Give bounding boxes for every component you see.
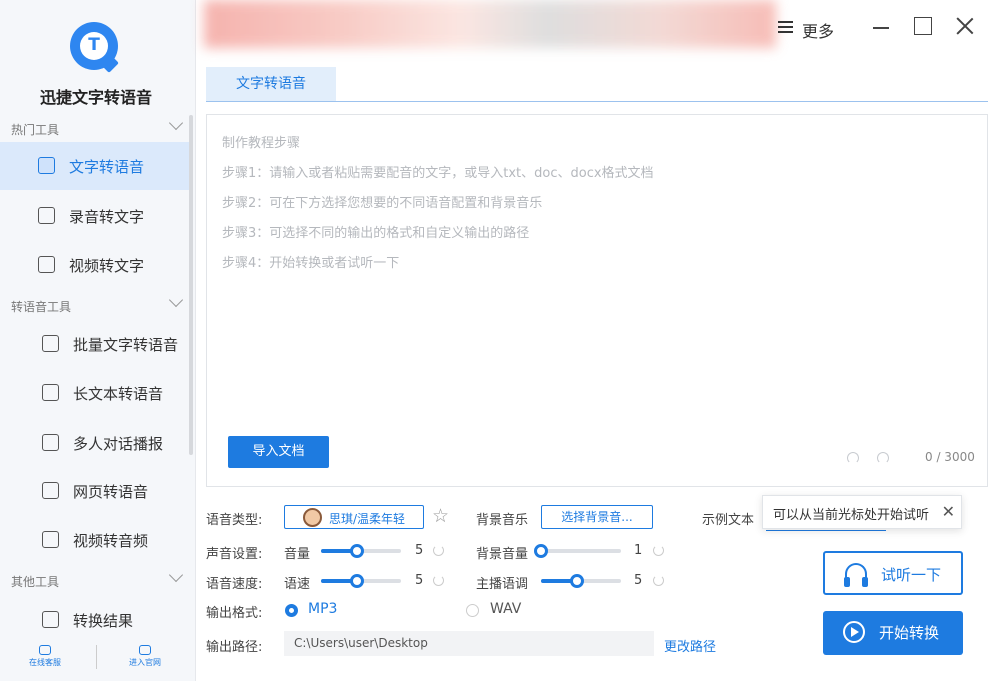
sidebar: T 迅捷文字转语音 热门工具 文字转语音 录音转文字 视频转文字 转语音工具 批… (0, 0, 196, 681)
format-radio-mp3[interactable] (285, 604, 298, 617)
video-to-audio-icon (42, 531, 59, 548)
close-icon[interactable]: ✕ (942, 502, 955, 521)
sidebar-item-multi-person-dialog[interactable]: 多人对话播报 (0, 419, 192, 467)
bg-volume-label: 背景音量 (476, 547, 529, 562)
pitch-slider[interactable] (541, 574, 621, 588)
group-header-other-tools[interactable]: 其他工具 (11, 567, 184, 590)
chevron-down-icon (168, 115, 184, 131)
monitor-icon (139, 645, 151, 655)
chevron-down-icon (168, 567, 184, 583)
minimize-button[interactable] (872, 17, 890, 35)
redo-icon[interactable] (877, 452, 889, 464)
play-circle-icon (843, 621, 865, 643)
format-option-mp3[interactable]: MP3 (308, 601, 337, 617)
reset-icon[interactable] (433, 545, 444, 556)
bg-volume-value: 1 (634, 543, 643, 558)
sample-text-label: 示例文本 (702, 513, 755, 528)
format-radio-wav[interactable] (466, 604, 479, 617)
reset-icon[interactable] (653, 545, 664, 556)
long-text-to-speech-icon (42, 384, 59, 401)
listen-button[interactable]: 试听一下 (823, 551, 963, 595)
app-title: 迅捷文字转语音 (39, 88, 152, 107)
slider-handle[interactable] (570, 574, 584, 588)
reset-icon[interactable] (433, 575, 444, 586)
editor-hint-step: 步骤4：开始转换或者试听一下 (222, 256, 400, 271)
editor-hint-title: 制作教程步骤 (222, 136, 301, 151)
webpage-to-speech-icon (42, 482, 59, 499)
change-path-link[interactable]: 更改路径 (664, 636, 716, 655)
slider-handle[interactable] (350, 544, 364, 558)
headset-icon (39, 645, 51, 655)
hamburger-icon (778, 21, 793, 33)
speed-slider[interactable] (321, 574, 401, 588)
editor-hint-step: 步骤1：请输入或者粘贴需要配音的文字，或导入txt、doc、docx格式文档 (222, 166, 654, 181)
video-to-text-icon (38, 256, 55, 273)
voice-avatar (303, 508, 322, 527)
pitch-value: 5 (634, 573, 643, 588)
chevron-down-icon (168, 292, 184, 308)
slider-handle[interactable] (534, 544, 548, 558)
sidebar-scrollbar[interactable] (189, 115, 193, 455)
speed-section-label: 语音速度: (206, 577, 263, 592)
sidebar-item-batch-text-to-speech[interactable]: 批量文字转语音 (0, 320, 192, 368)
voice-type-label: 语音类型: (206, 513, 263, 528)
start-convert-button[interactable]: 开始转换 (823, 611, 963, 655)
select-bgm-button[interactable]: 选择背景音... (541, 505, 653, 529)
batch-text-to-speech-icon (42, 335, 59, 352)
tab-underline (206, 101, 988, 102)
speed-value: 5 (415, 573, 424, 588)
bg-volume-slider[interactable] (534, 544, 621, 558)
output-path-field[interactable]: C:\Users\user\Desktop (284, 631, 654, 656)
format-option-wav[interactable]: WAV (490, 601, 521, 617)
voice-selector[interactable]: 思琪/温柔年轻 (284, 505, 424, 529)
slider-handle[interactable] (350, 574, 364, 588)
import-document-button[interactable]: 导入文档 (228, 436, 329, 468)
multi-person-dialog-icon (42, 434, 59, 451)
volume-slider[interactable] (321, 544, 401, 558)
app-logo: T (70, 22, 119, 73)
banner-ad[interactable] (204, 0, 776, 48)
bgm-label: 背景音乐 (476, 513, 529, 528)
output-format-label: 输出格式: (206, 606, 263, 621)
undo-icon[interactable] (847, 452, 859, 464)
editor-hint-step: 步骤3：可选择不同的输出的格式和自定义输出的路径 (222, 226, 530, 241)
text-editor[interactable]: 制作教程步骤 步骤1：请输入或者粘贴需要配音的文字，或导入txt、doc、doc… (206, 114, 988, 487)
group-header-speech-tools[interactable]: 转语音工具 (11, 292, 184, 315)
sidebar-item-long-text-to-speech[interactable]: 长文本转语音 (0, 369, 192, 417)
sidebar-item-webpage-to-speech[interactable]: 网页转语音 (0, 467, 192, 515)
website-link[interactable]: 进入官网 (100, 645, 190, 668)
sidebar-item-video-to-audio[interactable]: 视频转音频 (0, 516, 192, 564)
text-to-speech-icon (38, 157, 55, 174)
sidebar-item-video-to-text[interactable]: 视频转文字 (0, 241, 192, 289)
recording-to-text-icon (38, 207, 55, 224)
headphones-icon (844, 563, 868, 587)
maximize-button[interactable] (914, 17, 932, 35)
sidebar-item-recording-to-text[interactable]: 录音转文字 (0, 192, 192, 240)
sidebar-item-text-to-speech[interactable]: 文字转语音 (0, 142, 192, 190)
volume-label: 音量 (284, 547, 311, 562)
char-counter: 0 / 3000 (925, 450, 975, 464)
bottom-divider (96, 645, 97, 669)
group-header-hot-tools[interactable]: 热门工具 (11, 115, 184, 138)
sound-settings-label: 声音设置: (206, 547, 263, 562)
output-path-label: 输出路径: (206, 640, 263, 655)
sidebar-item-conversion-result[interactable]: 转换结果 (0, 596, 192, 644)
listen-tooltip: 可以从当前光标处开始试听 ✕ (762, 495, 962, 529)
volume-value: 5 (415, 543, 424, 558)
editor-hint-step: 步骤2：可在下方选择您想要的不同语音配置和背景音乐 (222, 196, 543, 211)
speed-label: 语速 (284, 577, 311, 592)
online-support-link[interactable]: 在线客服 (0, 645, 90, 668)
tab-text-to-speech[interactable]: 文字转语音 (206, 67, 336, 101)
pitch-label: 主播语调 (476, 577, 529, 592)
favorite-star-icon[interactable]: ☆ (432, 505, 449, 527)
close-button[interactable] (956, 17, 974, 35)
conversion-result-icon (42, 611, 59, 628)
reset-icon[interactable] (653, 575, 664, 586)
